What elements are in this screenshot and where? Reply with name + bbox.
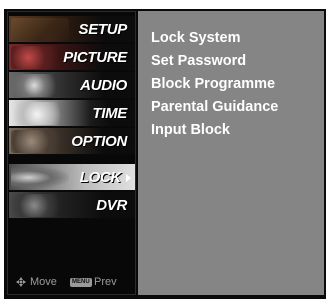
menu-key-icon: MENU [70, 278, 92, 287]
prev-hint-label: Prev [94, 276, 117, 288]
submenu-item-input-block[interactable]: Input Block [151, 122, 230, 138]
menu-item-label: TIME [92, 105, 127, 122]
setup-thumbnail [11, 18, 69, 41]
menu-item-label: DVR [96, 197, 127, 214]
menu-item-lock[interactable]: LOCK [9, 164, 135, 191]
menu-item-option[interactable]: OPTION [9, 128, 135, 155]
main-menu-sidebar: SETUP PICTURE AUDIO TIME OPTION LOCK DVR [7, 11, 136, 295]
selected-arrow-icon [126, 174, 131, 182]
menu-item-audio[interactable]: AUDIO [9, 72, 135, 99]
menu-item-label: LOCK [79, 169, 122, 186]
move-hint-label: Move [30, 276, 57, 288]
menu-item-time[interactable]: TIME [9, 100, 135, 127]
audio-thumbnail [11, 74, 69, 97]
menu-item-label: PICTURE [63, 49, 127, 66]
menu-item-label: SETUP [78, 21, 127, 38]
submenu-item-block-programme[interactable]: Block Programme [151, 76, 275, 92]
lock-submenu-panel: Lock System Set Password Block Programme… [138, 11, 324, 295]
submenu-item-set-password[interactable]: Set Password [151, 53, 246, 69]
navigation-hint-bar: Move MENU Prev [8, 275, 134, 291]
menu-item-setup[interactable]: SETUP [9, 16, 135, 43]
menu-item-label: OPTION [71, 133, 127, 150]
lock-thumbnail [11, 166, 69, 189]
menu-item-dvr[interactable]: DVR [9, 192, 135, 219]
time-thumbnail [11, 102, 69, 125]
option-thumbnail [11, 130, 69, 153]
menu-item-picture[interactable]: PICTURE [9, 44, 135, 71]
submenu-item-parental-guidance[interactable]: Parental Guidance [151, 99, 278, 115]
submenu-item-lock-system[interactable]: Lock System [151, 30, 240, 46]
menu-item-label: AUDIO [80, 77, 127, 94]
picture-thumbnail [11, 46, 69, 69]
move-arrows-icon [16, 277, 26, 287]
dvr-thumbnail [11, 194, 69, 217]
